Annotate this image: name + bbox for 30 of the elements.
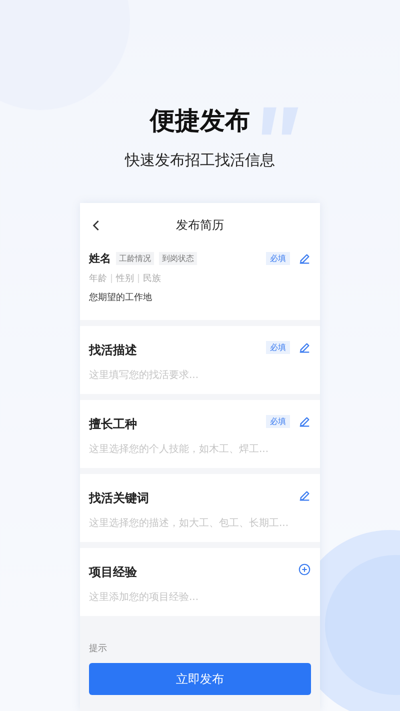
edit-icon[interactable] xyxy=(298,341,311,354)
quote-icon xyxy=(260,104,300,136)
edit-icon[interactable] xyxy=(298,252,311,265)
status-tag: 到岗状态 xyxy=(159,252,197,265)
placeholder-text: 这里添加您的项目经验... xyxy=(89,590,200,604)
edit-icon[interactable] xyxy=(298,415,311,428)
required-badge: 必填 xyxy=(266,252,290,265)
detail-label: 性别 xyxy=(116,272,134,285)
required-badge: 必填 xyxy=(266,341,290,354)
status-tag: 工龄情况 xyxy=(116,252,154,265)
location-text: 您期望的工作地 xyxy=(89,292,153,304)
tip-label: 提示 xyxy=(89,642,107,655)
placeholder-text: 这里选择您的描述，如大工、包工、长期工... xyxy=(89,516,290,530)
section-title: 擅长工种 xyxy=(89,416,137,433)
placeholder-text: 这里选择您的个人技能，如木工、焊工... xyxy=(89,442,270,456)
section-title: 找活描述 xyxy=(89,342,137,359)
section-title: 找活关键词 xyxy=(89,490,149,507)
back-icon[interactable] xyxy=(92,218,101,232)
detail-label: 年龄 xyxy=(89,272,107,285)
headline: 便捷发布 xyxy=(150,105,250,137)
detail-label: 民族 xyxy=(143,272,161,285)
placeholder-text: 这里填写您的找活要求... xyxy=(89,368,200,382)
name-label: 姓名 xyxy=(89,251,111,266)
section-title: 项目经验 xyxy=(89,564,137,581)
edit-icon[interactable] xyxy=(298,489,311,502)
add-icon[interactable] xyxy=(298,563,311,576)
subtitle: 快速发布招工找活信息 xyxy=(125,151,275,170)
required-badge: 必填 xyxy=(266,415,290,428)
screen-title: 发布简历 xyxy=(176,216,224,234)
publish-button[interactable]: 立即发布 xyxy=(89,663,311,695)
